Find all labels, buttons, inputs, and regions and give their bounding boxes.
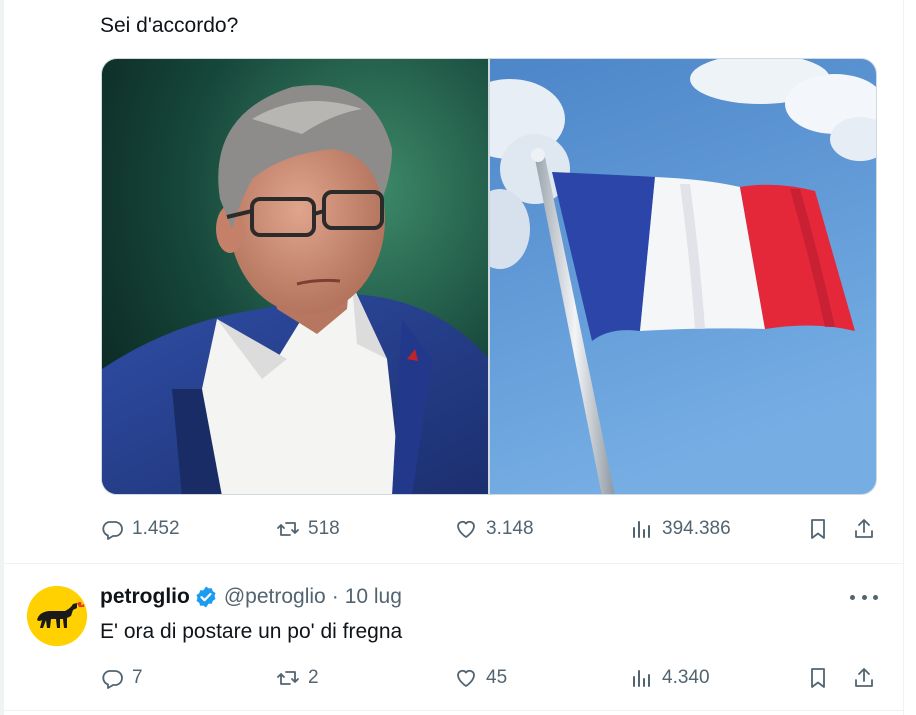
reply-action-bar: 7 2 45 4.340 [100,661,880,695]
display-name[interactable]: petroglio [100,585,190,609]
analytics-icon [633,521,650,538]
verified-badge-icon[interactable] [194,585,218,609]
analytics-icon [633,670,650,687]
like-count: 3.148 [486,518,534,539]
six-legged-dog-logo-icon [27,586,87,646]
reply-button[interactable]: 1.452 [100,512,180,546]
repost-button[interactable]: 2 [276,661,319,695]
reply-count: 1.452 [132,518,180,539]
tweet-media-grid[interactable] [101,58,877,495]
share-icon [855,519,873,538]
reply-header: petroglio @petroglio · 10 lug [100,583,402,611]
heart-icon [457,520,475,538]
more-dot-icon [850,594,855,600]
tweet-divider [4,563,903,564]
timeline-right-border [903,0,904,715]
reply-tweet[interactable]: petroglio @petroglio · 10 lug E' ora di … [0,565,903,715]
tweet-text: Sei d'accordo? [100,14,239,37]
bookmark-button[interactable] [806,512,830,546]
portrait-image [102,59,488,494]
reply-icon [102,521,123,540]
repost-icon [277,522,299,536]
bookmark-button[interactable] [806,661,830,695]
like-count: 45 [486,667,508,688]
views-count: 4.340 [662,667,710,688]
share-button[interactable] [852,661,876,695]
reply-button[interactable]: 7 [100,661,143,695]
repost-icon [277,671,299,685]
reply-text: E' ora di postare un po' di fregna [100,620,403,643]
like-button[interactable]: 45 [454,661,507,695]
timestamp[interactable]: 10 lug [345,585,402,609]
repost-count: 2 [308,667,319,688]
repost-button[interactable]: 518 [276,512,340,546]
share-icon [855,668,873,687]
like-button[interactable]: 3.148 [454,512,534,546]
bookmark-icon [811,519,825,539]
avatar[interactable] [27,586,87,646]
reply-icon [102,670,123,689]
views-button[interactable]: 394.386 [630,512,731,546]
share-button[interactable] [852,512,876,546]
repost-count: 518 [308,518,340,539]
bookmark-icon [811,668,825,688]
media-photo-french-flag[interactable] [490,59,876,494]
more-options-button[interactable] [850,587,878,607]
reply-divider [4,710,903,711]
media-photo-portrait[interactable] [102,59,488,494]
french-flag-image [490,59,876,494]
more-dot-icon [861,594,867,600]
views-button[interactable]: 4.340 [630,661,710,695]
reply-count: 7 [132,667,143,688]
separator-dot: · [331,585,339,608]
more-dot-icon [873,594,878,600]
views-count: 394.386 [662,518,731,539]
heart-icon [457,669,475,687]
handle[interactable]: @petroglio [224,585,326,609]
tweet-action-bar: 1.452 518 3.148 394.386 [100,512,880,546]
